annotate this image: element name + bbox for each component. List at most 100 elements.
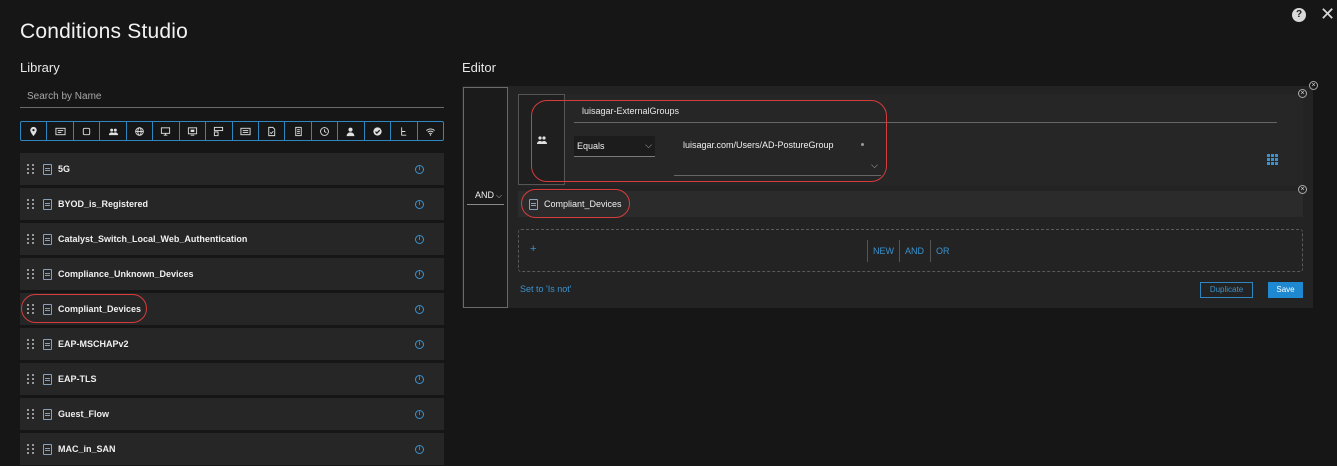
library-item-label: Compliant_Devices <box>58 304 142 314</box>
device-square-icon[interactable] <box>74 122 101 140</box>
library-item-label: EAP-MSCHAPv2 <box>58 339 129 349</box>
drag-handle-icon[interactable] <box>27 409 35 419</box>
info-icon[interactable]: i <box>415 444 424 454</box>
drag-handle-icon[interactable] <box>27 234 35 244</box>
plus-icon[interactable]: + <box>530 243 536 255</box>
close-icon[interactable]: ✕ <box>1320 5 1335 23</box>
operator-box: AND ⌵ <box>463 87 508 308</box>
library-item[interactable]: Compliance_Unknown_Devices i <box>20 258 444 290</box>
library-item-label: Guest_Flow <box>58 409 110 419</box>
check-circle-icon[interactable] <box>365 122 392 140</box>
document-check-icon[interactable] <box>259 122 286 140</box>
document-icon <box>529 198 538 210</box>
close-circle-icon[interactable]: × <box>1309 81 1318 90</box>
grid-icon[interactable] <box>1267 152 1278 170</box>
chevron-down-icon: ⌵ <box>645 140 652 150</box>
clock-icon[interactable] <box>312 122 339 140</box>
document-icon <box>43 373 52 385</box>
info-icon[interactable]: i <box>415 409 424 419</box>
library-item-label: Catalyst_Switch_Local_Web_Authentication <box>58 234 248 244</box>
operator-label: AND <box>474 190 494 200</box>
chevron-down-icon: ⌵ <box>495 191 503 200</box>
attribute-field[interactable]: luisagar-ExternalGroups <box>574 101 1277 123</box>
or-button[interactable]: OR <box>936 240 950 262</box>
divider <box>930 240 931 262</box>
page-title: Conditions Studio <box>20 20 189 43</box>
library-item[interactable]: Guest_Flow i <box>20 398 444 430</box>
condition-name: Compliant_Devices <box>544 199 622 209</box>
info-icon[interactable]: i <box>415 374 424 384</box>
drag-handle-icon[interactable] <box>27 199 35 209</box>
library-item-label: MAC_in_SAN <box>58 444 116 454</box>
operator-select-label: Equals <box>577 141 605 151</box>
operator-select[interactable]: Equals ⌵ <box>574 136 655 157</box>
document-icon <box>43 408 52 420</box>
globe-icon[interactable] <box>127 122 154 140</box>
save-button[interactable]: Save <box>1268 282 1303 298</box>
drag-handle-icon[interactable] <box>27 444 35 454</box>
info-icon[interactable]: i <box>415 234 424 244</box>
info-icon[interactable]: i <box>415 339 424 349</box>
network-tree-icon[interactable] <box>391 122 418 140</box>
chevron-down-icon: ⌵ <box>871 160 878 170</box>
close-circle-icon[interactable]: × <box>1298 89 1307 98</box>
library-list: 5G i BYOD_is_Registered i Catalyst_Switch_Lo… <box>20 153 444 466</box>
library-item-label: 5G <box>58 164 71 174</box>
drag-handle-icon[interactable] <box>27 339 35 349</box>
user-icon[interactable] <box>338 122 365 140</box>
library-item[interactable]: 5G i <box>20 153 444 185</box>
drag-handle-icon[interactable] <box>27 304 35 314</box>
library-filter-bar <box>20 121 444 141</box>
library-item[interactable]: EAP-TLS i <box>20 363 444 395</box>
value-text: luisagar.com/Users/AD-PostureGroup <box>683 140 834 150</box>
new-condition-box: + NEW AND OR <box>518 229 1303 272</box>
duplicate-button[interactable]: Duplicate <box>1200 282 1253 298</box>
editor-label: Editor <box>462 60 496 75</box>
document-icon <box>43 163 52 175</box>
location-pin-icon[interactable] <box>21 122 48 140</box>
library-item[interactable]: Catalyst_Switch_Local_Web_Authentication… <box>20 223 444 255</box>
building-icon[interactable] <box>285 122 312 140</box>
document-icon <box>43 198 52 210</box>
id-card-icon[interactable] <box>47 122 74 140</box>
library-item[interactable]: Compliant_Devices i <box>20 293 444 325</box>
screen-icon[interactable] <box>180 122 207 140</box>
drag-handle-icon[interactable] <box>27 164 35 174</box>
attribute-icon-box[interactable] <box>518 94 565 185</box>
monitor-icon[interactable] <box>153 122 180 140</box>
library-item[interactable]: MAC_in_SAN i <box>20 433 444 465</box>
drag-handle-icon[interactable] <box>27 374 35 384</box>
user-group-icon <box>536 135 547 144</box>
wifi-icon[interactable] <box>418 122 443 140</box>
id-badge-icon[interactable] <box>233 122 259 140</box>
document-icon <box>43 233 52 245</box>
search-input[interactable] <box>20 86 444 108</box>
document-icon <box>43 303 52 315</box>
set-is-not-link[interactable]: Set to 'Is not' <box>520 284 571 294</box>
value-field[interactable]: luisagar.com/Users/AD-PostureGroup ⌵ <box>674 136 881 176</box>
library-item-label: Compliance_Unknown_Devices <box>58 269 194 279</box>
user-group-icon[interactable] <box>100 122 127 140</box>
info-icon[interactable]: i <box>415 304 424 314</box>
operator-dropdown[interactable]: AND ⌵ <box>466 190 505 205</box>
library-label: Library <box>20 60 60 75</box>
info-icon[interactable]: i <box>415 269 424 279</box>
help-icon[interactable]: ? <box>1292 8 1306 22</box>
document-icon <box>43 268 52 280</box>
close-circle-icon[interactable]: × <box>1298 185 1307 194</box>
drag-handle-icon[interactable] <box>27 269 35 279</box>
new-button[interactable]: NEW <box>873 240 894 262</box>
layout-icon[interactable] <box>206 122 233 140</box>
divider <box>867 240 868 262</box>
library-item[interactable]: EAP-MSCHAPv2 i <box>20 328 444 360</box>
library-item-label: BYOD_is_Registered <box>58 199 149 209</box>
info-icon[interactable]: i <box>415 164 424 174</box>
divider <box>899 240 900 262</box>
info-icon[interactable]: i <box>415 199 424 209</box>
library-item[interactable]: BYOD_is_Registered i <box>20 188 444 220</box>
required-dot <box>861 143 864 146</box>
condition-row-2[interactable]: Compliant_Devices <box>518 191 1303 217</box>
library-item-label: EAP-TLS <box>58 374 97 384</box>
document-icon <box>43 443 52 455</box>
and-button[interactable]: AND <box>905 240 924 262</box>
